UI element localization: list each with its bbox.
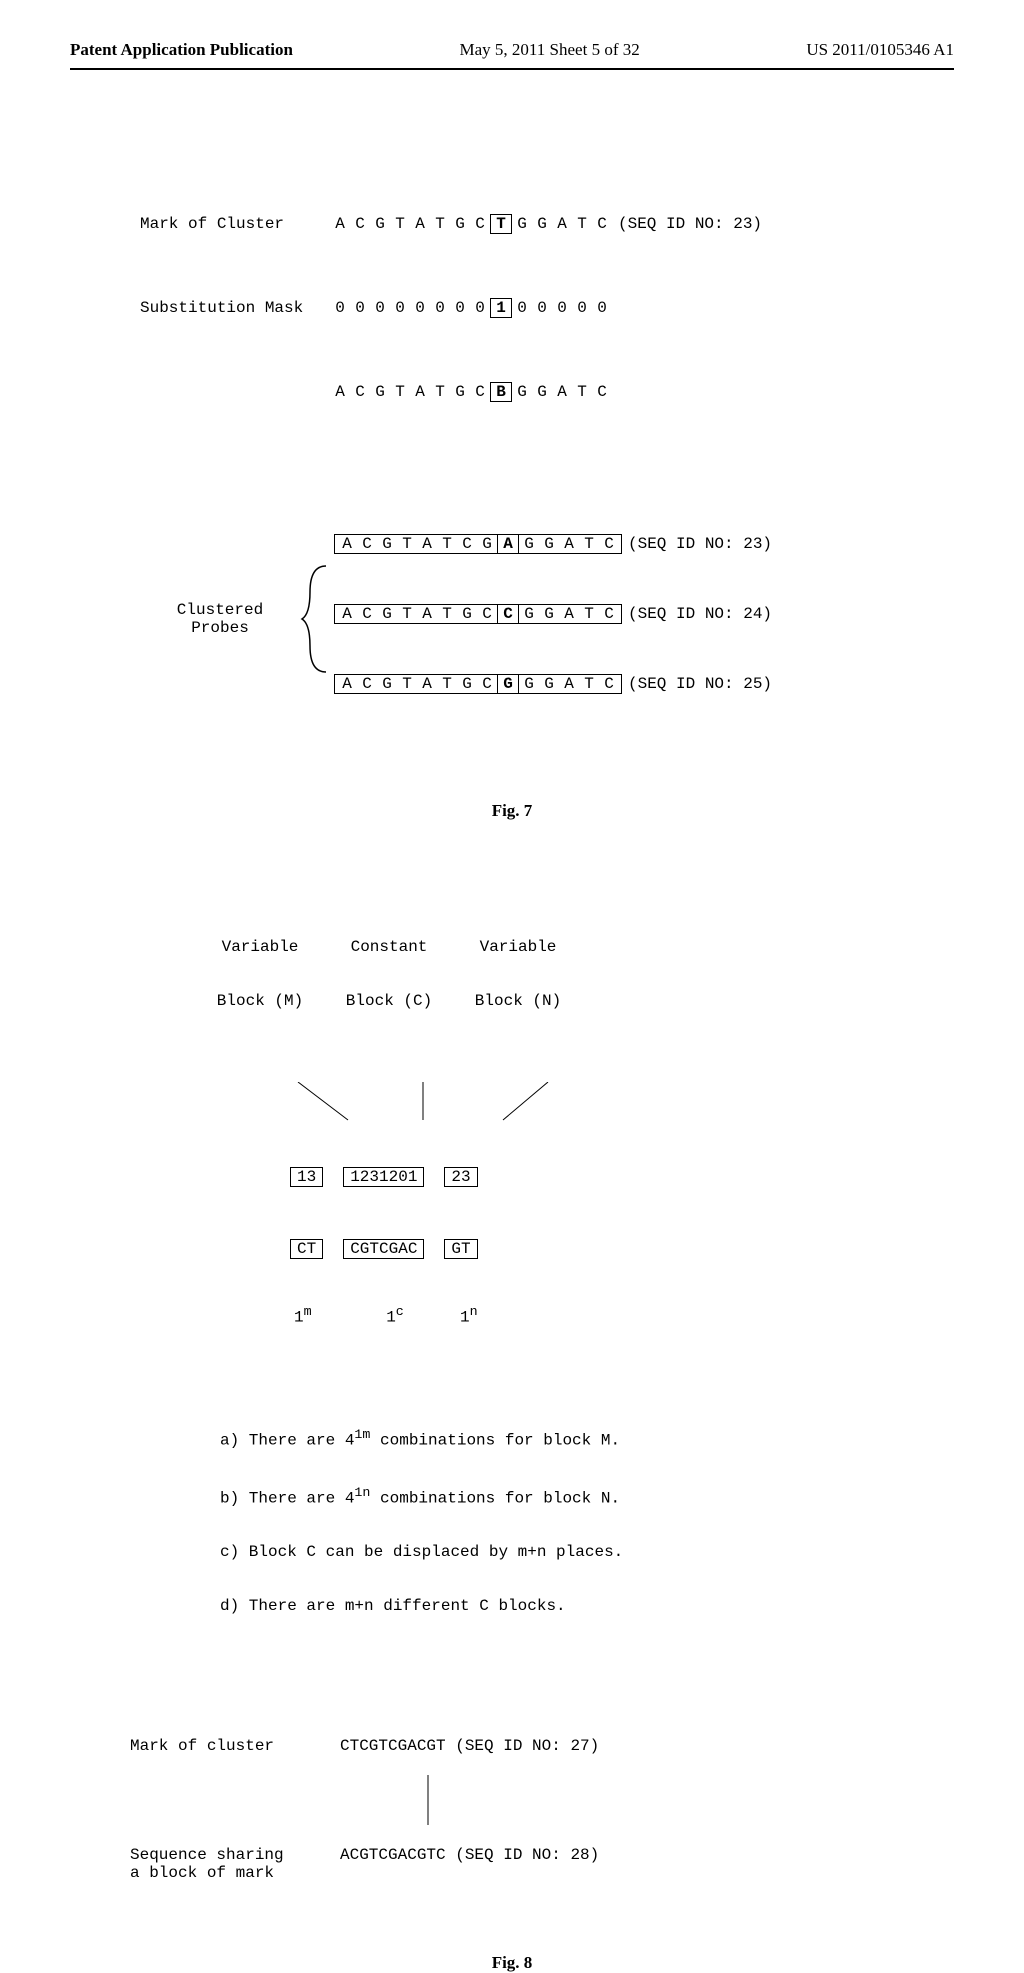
fig7-seq-degenerate: ACGTATGC B GGATC	[330, 382, 612, 402]
header-rule	[70, 68, 954, 70]
fig7-row-degenerate: ACGTATGC B GGATC	[140, 382, 954, 402]
fig7-probe-row: ACGTATGC G GGATC (SEQ ID NO: 25)	[334, 674, 772, 694]
page: Patent Application Publication May 5, 20…	[0, 0, 1024, 1320]
fig7-mark-seqid: (SEQ ID NO: 23)	[618, 215, 762, 233]
fig7-row-mark: Mark of Cluster ACGTATGC T GGATC (SEQ ID…	[140, 214, 954, 234]
header-right: US 2011/0105346 A1	[806, 40, 954, 60]
fig8-num-row: 13 1231201 23	[290, 1167, 954, 1187]
pointer-lines-icon	[248, 1082, 608, 1122]
fig7-probe-row: ACGTATGC C GGATC (SEQ ID NO: 24)	[334, 604, 772, 624]
fig7-probe-row: ACGTATCG A GGATC (SEQ ID NO: 23)	[334, 534, 772, 554]
fig7-cluster-label: Clustered Probes	[140, 498, 300, 740]
fig8-mark-row: Mark of cluster CTCGTCGACGT (SEQ ID NO: …	[130, 1737, 954, 1755]
fig8-bottom: Mark of cluster CTCGTCGACGT (SEQ ID NO: …	[130, 1701, 954, 1928]
fig7-clustered-group: Clustered Probes ACGTATCG A GGATC (SEQ I…	[140, 498, 954, 740]
fig8-caption: Fig. 8	[70, 1953, 954, 1973]
fig7-label-mask: Substitution Mask	[140, 299, 330, 317]
fig7-seq-mask: 00000000 1 00000	[330, 298, 612, 318]
connector-line-icon	[418, 1775, 438, 1825]
fig8-shared-row: Sequence sharing a block of mark ACGTCGA…	[130, 1846, 954, 1882]
fig8-column-labels: Variable Block (M) Constant Block (C) Va…	[210, 902, 954, 1046]
fig7-row-mask: Substitution Mask 00000000 1 00000	[140, 298, 954, 318]
fig7-label-mark: Mark of Cluster	[140, 215, 330, 233]
fig8-length-row: 1m 1c 1n	[294, 1305, 954, 1326]
fig7-mask-boxed: 1	[490, 298, 512, 318]
fig8-notes: a) There are 41m combinations for block …	[220, 1392, 954, 1651]
fig7-seq-mark: ACGTATGC T GGATC	[330, 214, 612, 234]
page-header: Patent Application Publication May 5, 20…	[70, 40, 954, 60]
header-left: Patent Application Publication	[70, 40, 293, 60]
fig7-caption: Fig. 7	[70, 801, 954, 821]
fig7-degenerate-boxed: B	[490, 382, 512, 402]
fig8-seq-row: CT CGTCGAC GT	[290, 1239, 954, 1259]
left-brace-icon	[300, 498, 328, 740]
fig7-mark-boxed: T	[490, 214, 512, 234]
figure-8-top: Variable Block (M) Constant Block (C) Va…	[210, 866, 954, 1362]
header-center: May 5, 2011 Sheet 5 of 32	[460, 40, 640, 60]
figure-7: Mark of Cluster ACGTATGC T GGATC (SEQ ID…	[140, 160, 954, 776]
